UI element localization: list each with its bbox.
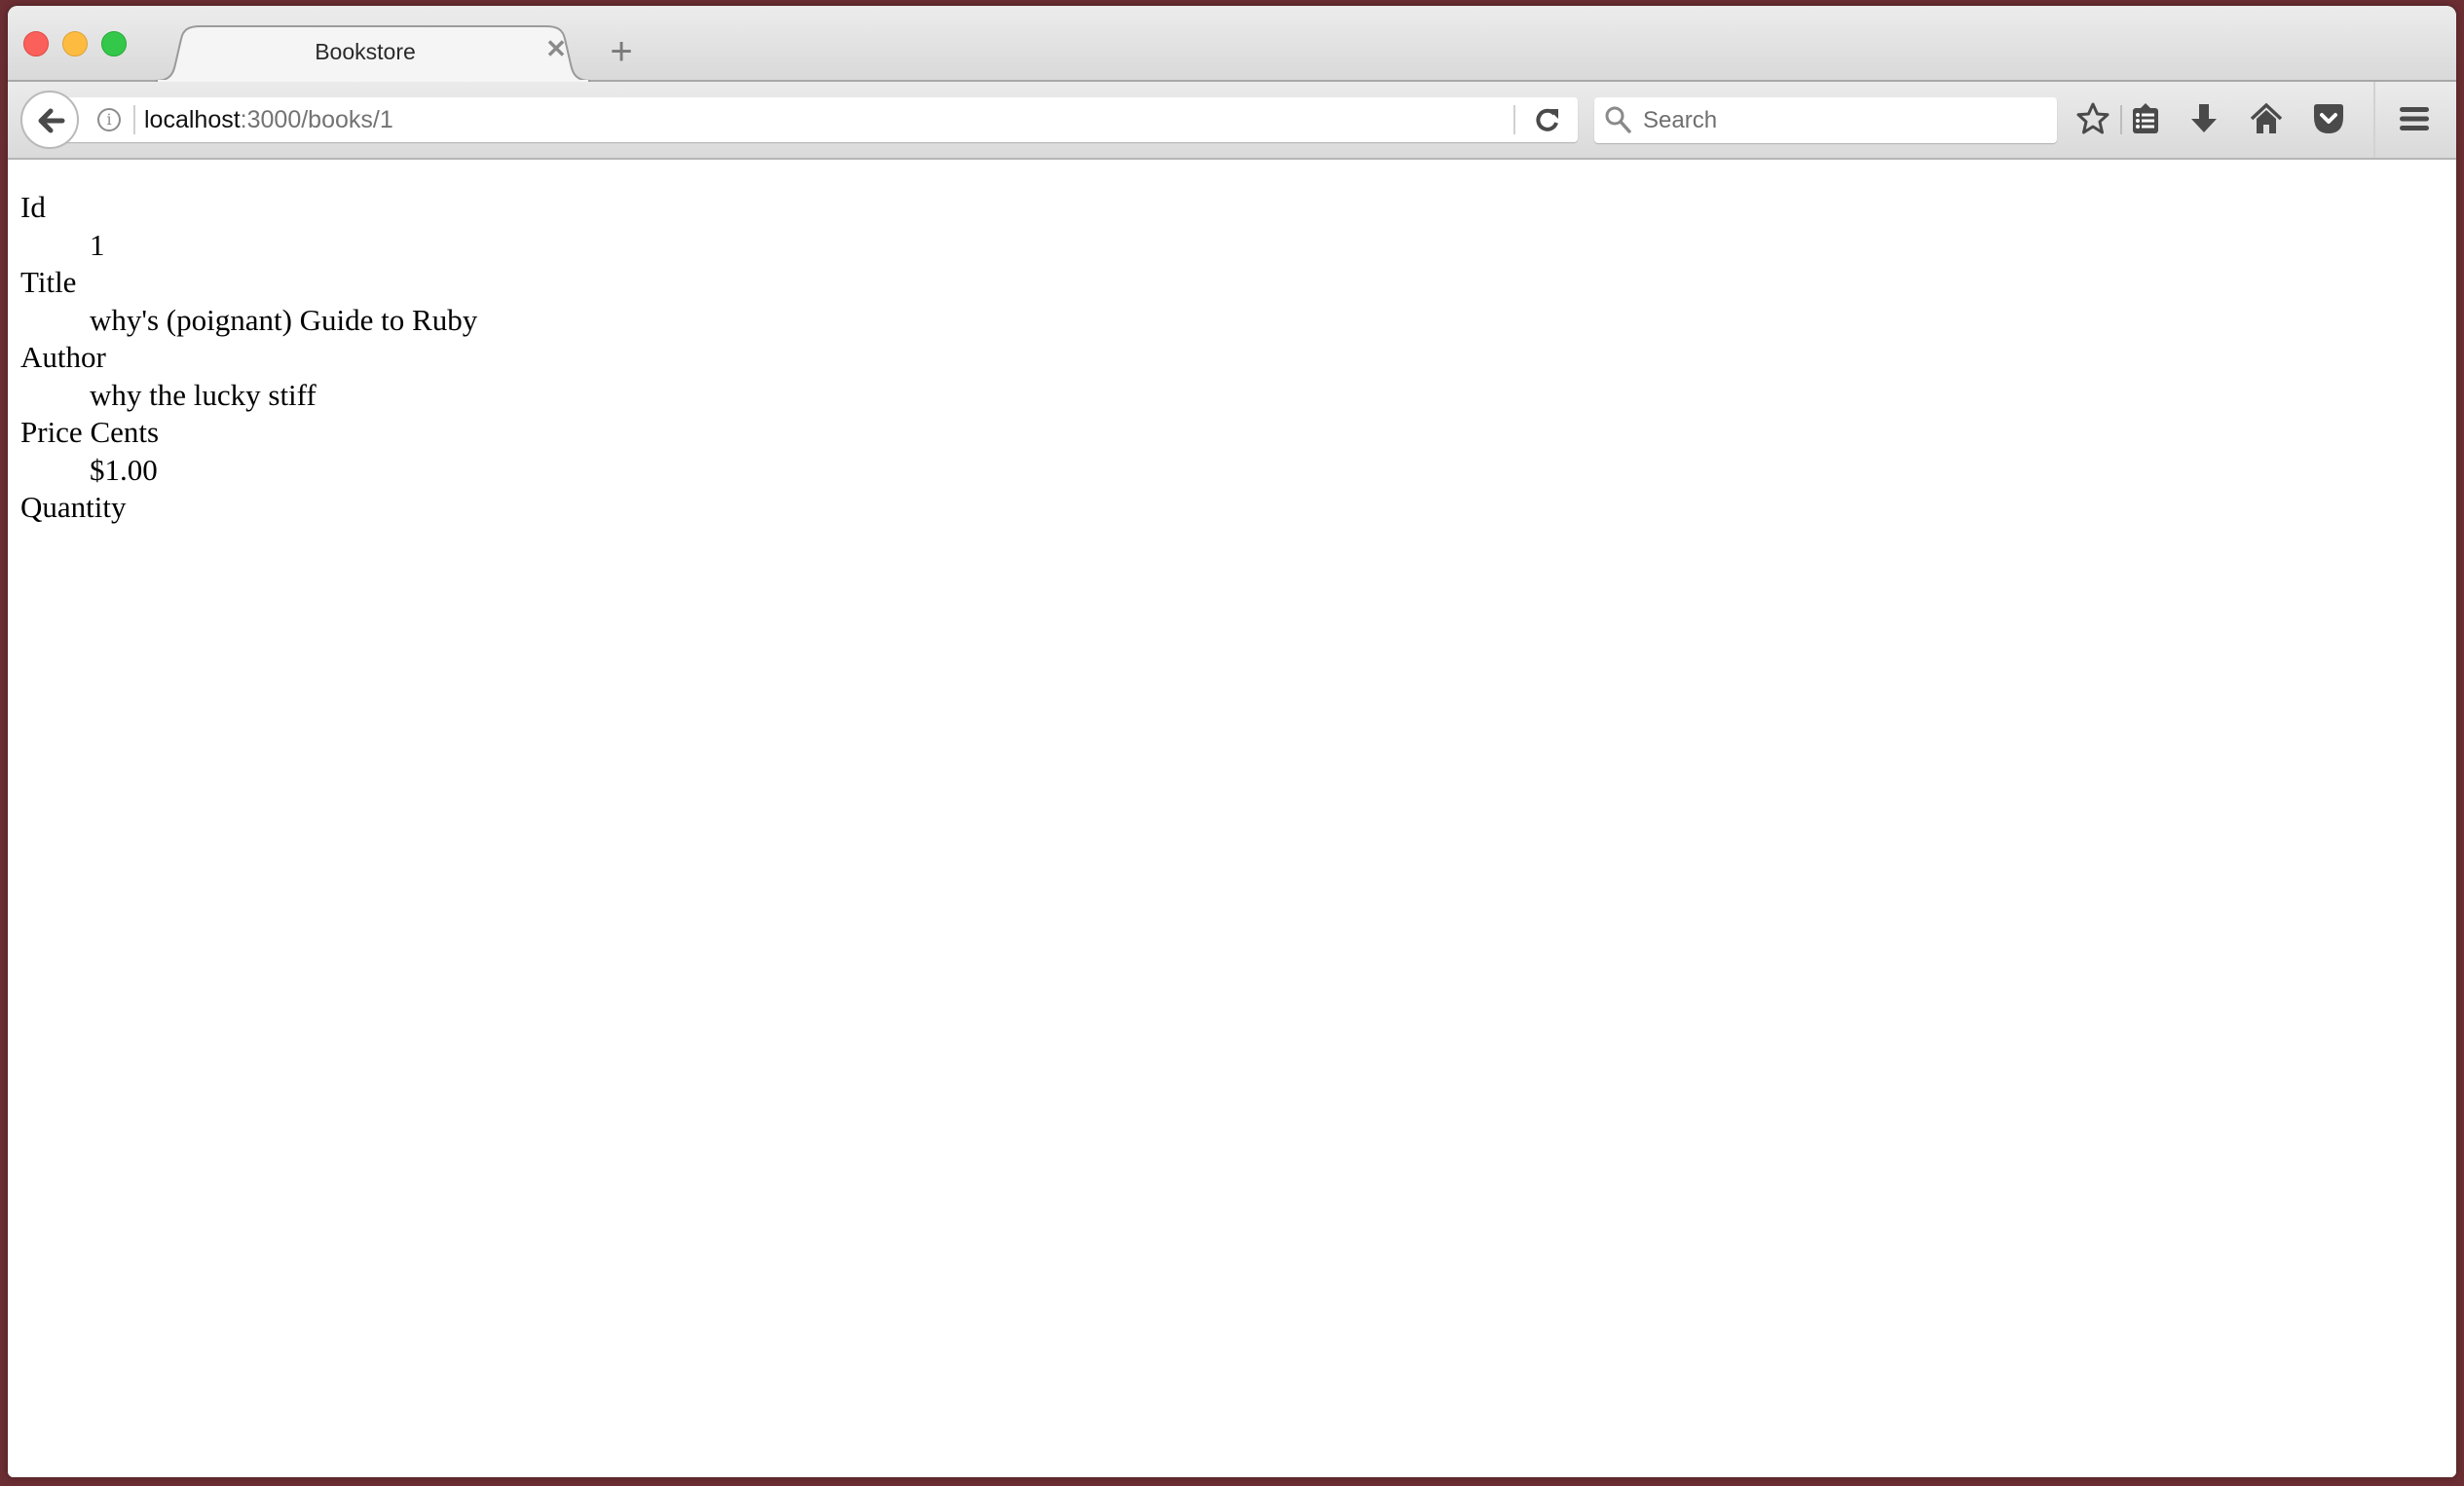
tab-title: Bookstore — [315, 39, 416, 64]
reading-list-icon[interactable] — [2128, 101, 2163, 136]
url-host: localhost — [144, 106, 241, 133]
field-label-quantity: Quantity — [20, 490, 127, 524]
info-icon[interactable]: i — [97, 108, 121, 131]
field-value-title: why's (poignant) Guide to Ruby — [90, 302, 478, 337]
navigation-toolbar: i localhost:3000/books/1 — [8, 82, 2456, 160]
search-input[interactable] — [1643, 97, 2042, 143]
reload-button[interactable] — [1533, 105, 1562, 134]
search-icon — [1605, 106, 1631, 133]
search-bar[interactable] — [1594, 97, 2057, 143]
bookmark-star-icon[interactable] — [2075, 101, 2110, 136]
menu-icon[interactable] — [2397, 101, 2432, 136]
tab-close-icon[interactable]: ✕ — [544, 36, 568, 61]
url-separator — [133, 105, 135, 134]
reload-icon — [1536, 108, 1558, 131]
tab-bookstore[interactable]: Bookstore ✕ — [156, 25, 590, 82]
window-close-button[interactable] — [23, 31, 49, 56]
window-zoom-button[interactable] — [101, 31, 127, 56]
browser-window: Bookstore ✕ + i localhost:3000/books/1 S… — [8, 6, 2456, 1477]
field-label-title: Title — [20, 265, 77, 299]
field-value-price-cents: $1.00 — [90, 452, 158, 487]
new-tab-button[interactable]: + — [604, 32, 639, 71]
url-bar[interactable]: i localhost:3000/books/1 — [51, 97, 1578, 142]
field-label-author: Author — [20, 340, 106, 374]
field-label-price-cents: Price Cents — [20, 415, 160, 449]
reload-separator — [1513, 105, 1515, 134]
book-details: Id 1 Title why's (poignant) Guide to Rub… — [20, 189, 477, 527]
toolbar-separator — [2373, 82, 2375, 158]
home-icon[interactable] — [2249, 101, 2284, 136]
back-icon — [38, 108, 65, 133]
back-button[interactable] — [20, 91, 79, 149]
page-content: Id 1 Title why's (poignant) Guide to Rub… — [8, 160, 2456, 1477]
toolbar-separator — [2120, 105, 2122, 134]
download-icon[interactable] — [2186, 101, 2221, 136]
pocket-icon[interactable] — [2311, 101, 2346, 136]
field-value-author: why the lucky stiff — [90, 377, 317, 412]
field-value-id: 1 — [90, 227, 105, 262]
tab-strip: Bookstore ✕ + — [8, 6, 2456, 82]
url-text[interactable]: localhost:3000/books/1 — [144, 106, 393, 134]
field-label-id: Id — [20, 190, 46, 224]
url-path: :3000/books/1 — [240, 106, 393, 133]
window-minimize-button[interactable] — [62, 31, 88, 56]
